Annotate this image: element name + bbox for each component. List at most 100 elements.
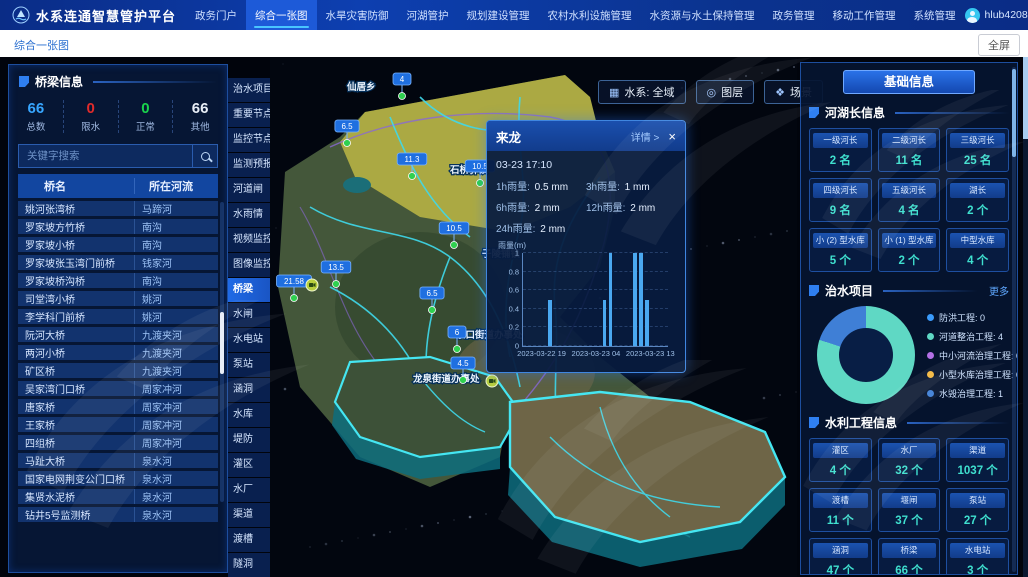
col-header-bridge-name: 桥名 (18, 178, 134, 194)
layer-item-隧洞[interactable]: 隧洞 (228, 553, 270, 577)
basic-info-button[interactable]: 基础信息 (843, 70, 975, 94)
engineering-cell-value: 1037 个 (950, 462, 1005, 478)
bridge-stat-总数: 66总数 (9, 100, 64, 133)
engineering-cell: 涵洞 47 个 (809, 538, 872, 575)
nav-item-系统管理[interactable]: 系统管理 (905, 0, 965, 30)
cell-bridge-name: 阮河大桥 (18, 327, 134, 342)
legend-item: 水毁治理工程: 1 (927, 387, 1018, 400)
table-row[interactable]: 唐家桥周家冲河 (18, 399, 218, 414)
nav-item-河湖管护[interactable]: 河湖管护 (398, 0, 458, 30)
layer-item-堤防[interactable]: 堤防 (228, 428, 270, 452)
cell-bridge-name: 罗家坡方竹桥 (18, 219, 134, 234)
engineering-cell-label: 堰闸 (882, 493, 937, 508)
layer-item-水电站[interactable]: 水电站 (228, 328, 270, 352)
layer-item-水闸[interactable]: 水闸 (228, 303, 270, 327)
layer-item-水库[interactable]: 水库 (228, 403, 270, 427)
layer-item-监控节点[interactable]: 监控节点 (228, 128, 270, 152)
table-row[interactable]: 罗家坡桥沟桥南沟 (18, 273, 218, 288)
engineering-cell-label: 涵洞 (813, 543, 868, 558)
engineering-cell: 渡槽11 个 (809, 488, 872, 532)
nav-item-综合一张图[interactable]: 综合一张图 (246, 0, 317, 30)
layer-item-水雨情[interactable]: 水雨情 (228, 203, 270, 227)
rainfall-chart: 雨量(m) 00.20.40.60.812023-03-22 192023-03… (496, 243, 676, 363)
nav-item-政务管理[interactable]: 政务管理 (764, 0, 824, 30)
table-row[interactable]: 马趾大桥泉水河 (18, 453, 218, 468)
table-row[interactable]: 矿区桥九渡夹河 (18, 363, 218, 378)
projects-more-link[interactable]: 更多 (989, 283, 1009, 298)
layer-item-渡槽[interactable]: 渡槽 (228, 528, 270, 552)
cell-river-name: 泉水河 (134, 489, 218, 504)
cell-river-name: 周家冲河 (134, 399, 218, 414)
stat-value: 0 (119, 100, 173, 117)
layer-item-涵洞[interactable]: 涵洞 (228, 378, 270, 402)
search-icon (201, 152, 210, 161)
marker-value: 6 (455, 328, 460, 337)
legend-dot (927, 390, 934, 397)
table-row[interactable]: 四组桥周家冲河 (18, 435, 218, 450)
legend-dot (927, 371, 934, 378)
layer-item-河道闸[interactable]: 河道闸 (228, 178, 270, 202)
fullscreen-button[interactable]: 全屏 (978, 34, 1020, 56)
table-row[interactable]: 姚河张湾桥马蹄河 (18, 201, 218, 216)
nav-item-农村水利设施管理[interactable]: 农村水利设施管理 (539, 0, 641, 30)
search-button[interactable] (192, 144, 218, 168)
page-scrollbar[interactable] (1023, 57, 1028, 577)
layer-item-监测预报[interactable]: 监测预报 (228, 153, 270, 177)
nav-item-政务门户[interactable]: 政务门户 (186, 0, 246, 30)
bridge-stat-其他: 66其他 (173, 100, 227, 133)
layer-item-渠道[interactable]: 渠道 (228, 503, 270, 527)
layer-item-图像监控[interactable]: 图像监控 (228, 253, 270, 277)
table-scrollbar[interactable] (220, 202, 224, 502)
popup-header: 来龙 详情 > × (487, 121, 685, 151)
engineering-cell-label: 桥梁 (882, 543, 937, 558)
layer-item-治水项目[interactable]: 治水项目 (228, 78, 270, 102)
layer-item-重要节点[interactable]: 重要节点 (228, 103, 270, 127)
popup-details-link[interactable]: 详情 > (631, 129, 660, 144)
cell-bridge-name: 王家桥 (18, 417, 134, 432)
table-row[interactable]: 吴家湾门口桥周家冲河 (18, 381, 218, 396)
panel-scrollbar[interactable] (1012, 67, 1016, 572)
legend-label: 小型水库治理工程: 0 (939, 368, 1018, 381)
legend-item: 小型水库治理工程: 0 (927, 368, 1018, 381)
layer-item-桥梁[interactable]: 桥梁 (228, 278, 270, 302)
layer-item-视频监控[interactable]: 视频监控 (228, 228, 270, 252)
table-row[interactable]: 司堂湾小桥姚河 (18, 291, 218, 306)
table-row[interactable]: 罗家坡小桥南沟 (18, 237, 218, 252)
engineering-cell-value: 66 个 (882, 562, 937, 575)
search-input[interactable] (18, 144, 192, 168)
table-row[interactable]: 钻井5号监测桥泉水河 (18, 507, 218, 522)
cell-bridge-name: 吴家湾门口桥 (18, 381, 134, 396)
marker-value: 4 (400, 75, 405, 84)
nav-item-规划建设管理[interactable]: 规划建设管理 (458, 0, 539, 30)
nav-item-移动工作管理[interactable]: 移动工作管理 (824, 0, 905, 30)
table-row[interactable]: 两河小桥九渡夹河 (18, 345, 218, 360)
user-menu[interactable]: hlub42080261 (965, 8, 1028, 23)
nav-item-水资源与水土保持管理[interactable]: 水资源与水土保持管理 (641, 0, 764, 30)
table-row[interactable]: 王家桥周家冲河 (18, 417, 218, 432)
engineering-cell-value: 3 个 (950, 562, 1005, 575)
engineering-cell-value: 47 个 (813, 562, 868, 575)
table-row[interactable]: 集贤水泥桥泉水河 (18, 489, 218, 504)
table-row[interactable]: 罗家坡张玉湾门前桥钱家河 (18, 255, 218, 270)
map-tool-图层[interactable]: ◎图层 (696, 80, 755, 104)
close-icon[interactable]: × (668, 130, 676, 143)
x-tick-label: 2023-03-22 19 (517, 349, 566, 358)
layer-item-水厂[interactable]: 水厂 (228, 478, 270, 502)
layer-item-灌区[interactable]: 灌区 (228, 453, 270, 477)
y-tick-label: 1 (515, 249, 519, 258)
table-row[interactable]: 李学科门前桥姚河 (18, 309, 218, 324)
table-row[interactable]: 国家电网荆变公门口桥泉水河 (18, 471, 218, 486)
breadcrumb[interactable]: 综合一张图 (14, 37, 69, 53)
table-row[interactable]: 阮河大桥九渡夹河 (18, 327, 218, 342)
map-tool-水系: 全域[interactable]: ▦水系: 全域 (598, 80, 686, 104)
nav-item-水旱灾害防御[interactable]: 水旱灾害防御 (317, 0, 398, 30)
layer-item-泵站[interactable]: 泵站 (228, 353, 270, 377)
cell-bridge-name: 罗家坡张玉湾门前桥 (18, 255, 134, 270)
station-popup: 来龙 详情 > × 03-23 17:10 1h雨量: 0.5 mm3h雨量: … (486, 120, 686, 373)
chief-cell: 一级河长2 名 (809, 128, 872, 172)
chief-cell: 二级河长11 名 (878, 128, 941, 172)
map-pin-icon (429, 307, 436, 314)
popup-title: 来龙 (496, 127, 521, 146)
table-row[interactable]: 罗家坡方竹桥南沟 (18, 219, 218, 234)
engineering-title: 水利工程信息 (825, 414, 897, 431)
